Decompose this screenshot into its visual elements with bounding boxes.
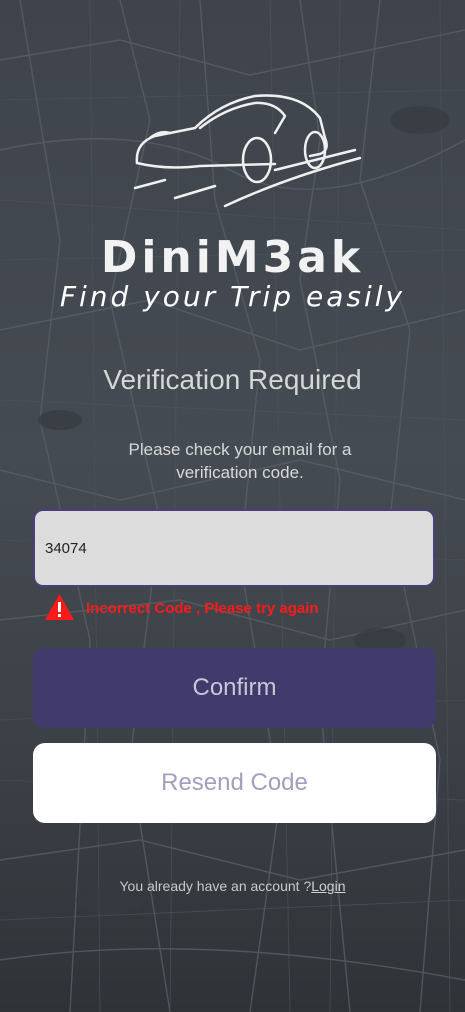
verification-code-input[interactable] (33, 509, 435, 587)
confirm-button[interactable]: Confirm (33, 648, 436, 728)
login-prompt-text: You already have an account ? (119, 878, 312, 894)
app-tagline: Find your Trip easily (59, 280, 406, 313)
page-title: Verification Required (103, 364, 362, 395)
error-message-row: Incorrect Code , Please try again (44, 593, 424, 623)
warning-icon (45, 594, 74, 620)
error-message: Incorrect Code , Please try again (86, 600, 319, 617)
app-brand-name: DiniM3ak (100, 232, 365, 283)
login-prompt: You already have an account ?Login (0, 878, 465, 894)
login-link[interactable]: Login (311, 878, 345, 894)
instruction-text: Please check your email for a verificati… (128, 440, 352, 482)
car-logo-icon (133, 94, 362, 208)
resend-code-button[interactable]: Resend Code (33, 743, 436, 823)
